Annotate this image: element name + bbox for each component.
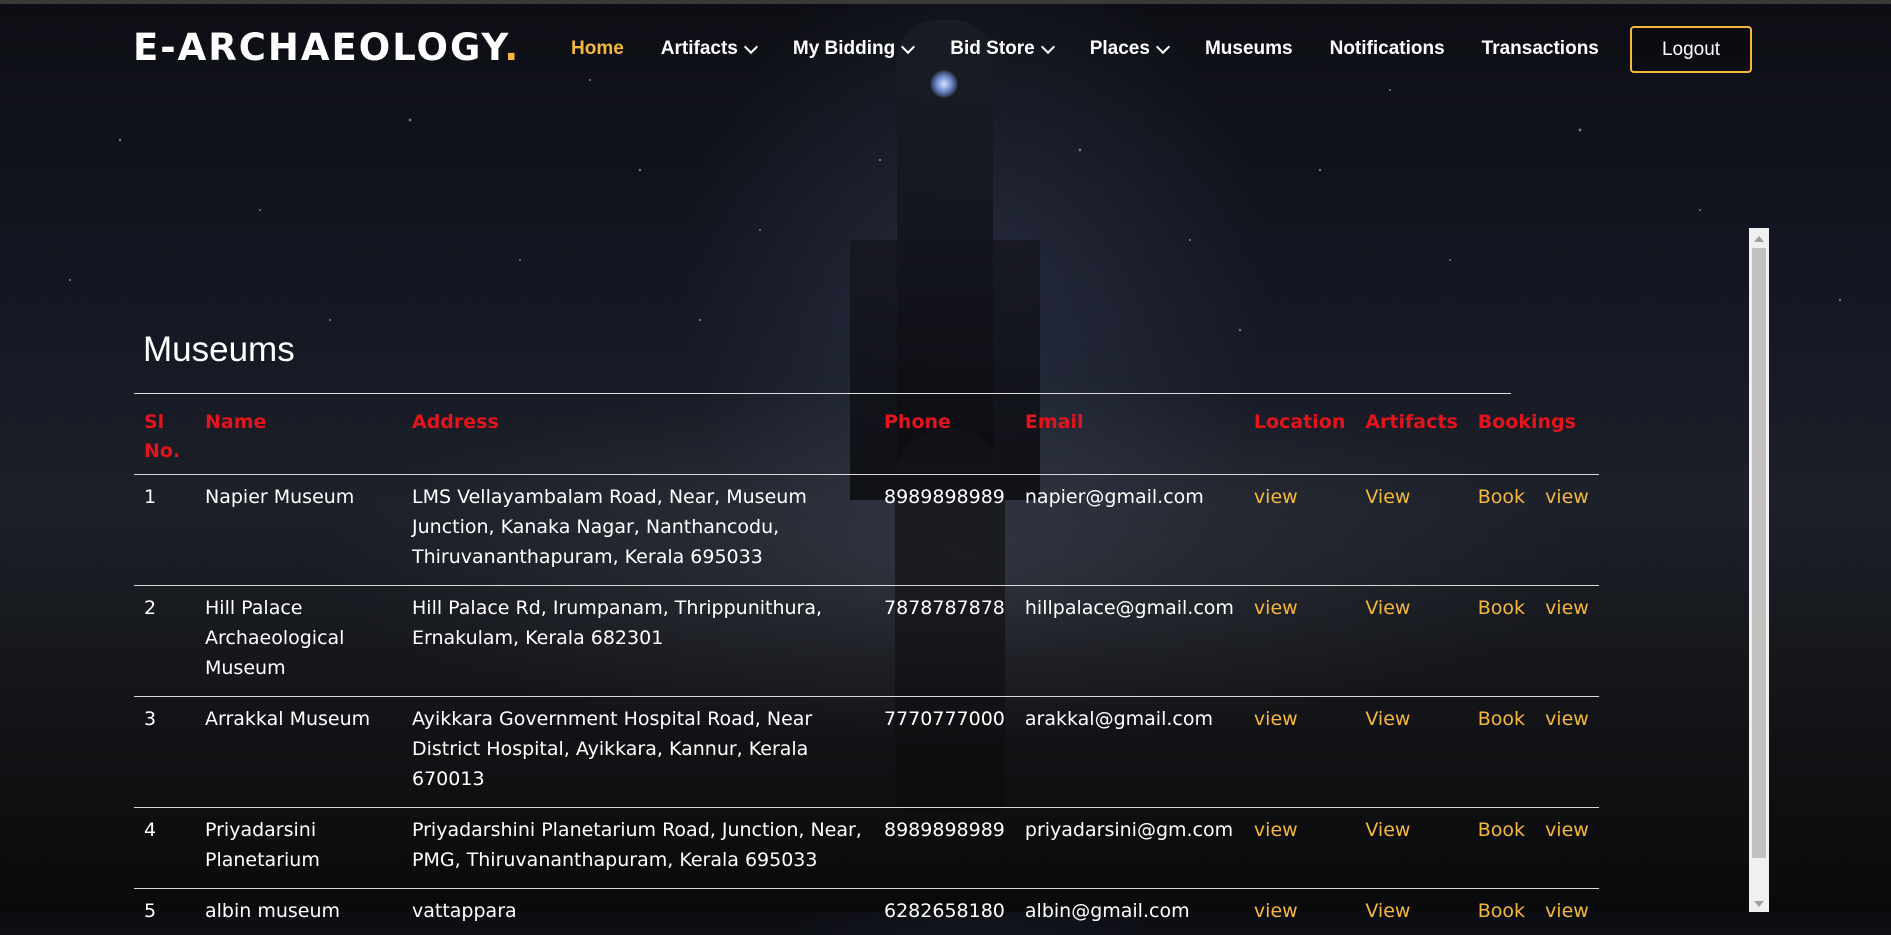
artifacts-view-link[interactable]: View bbox=[1365, 708, 1410, 730]
title-divider bbox=[134, 393, 1511, 394]
location-view-link[interactable]: view bbox=[1254, 597, 1298, 619]
scroll-down-icon[interactable] bbox=[1754, 901, 1764, 907]
cell-sl: 3 bbox=[134, 697, 195, 808]
table-row: 2 Hill Palace Archaeological Museum Hill… bbox=[134, 586, 1599, 697]
cell-address: LMS Vellayambalam Road, Near, Museum Jun… bbox=[402, 475, 874, 586]
chevron-down-icon bbox=[744, 39, 758, 53]
cell-phone: 8989898989 bbox=[874, 475, 1015, 586]
site-logo[interactable]: E-ARCHAEOLOGY. bbox=[133, 26, 520, 69]
cell-location: view bbox=[1244, 697, 1355, 808]
cell-artifacts: View bbox=[1355, 475, 1467, 586]
cell-artifacts: View bbox=[1355, 808, 1467, 889]
book-link[interactable]: Book bbox=[1478, 708, 1525, 730]
book-link[interactable]: Book bbox=[1478, 597, 1525, 619]
nav-bid-store[interactable]: Bid Store bbox=[950, 38, 1052, 60]
cell-location: view bbox=[1244, 586, 1355, 697]
artifacts-view-link[interactable]: View bbox=[1365, 597, 1410, 619]
nav-transactions-label: Transactions bbox=[1482, 38, 1599, 60]
cell-email: hillpalace@gmail.com bbox=[1015, 586, 1244, 697]
bookings-view-link[interactable]: view bbox=[1545, 486, 1589, 508]
cell-sl: 4 bbox=[134, 808, 195, 889]
nav-my-bidding[interactable]: My Bidding bbox=[793, 38, 913, 60]
nav-transactions[interactable]: Transactions bbox=[1482, 38, 1599, 60]
location-view-link[interactable]: view bbox=[1254, 708, 1298, 730]
cell-email: arakkal@gmail.com bbox=[1015, 697, 1244, 808]
col-header-location: Location bbox=[1244, 402, 1355, 475]
nav-places-label: Places bbox=[1090, 38, 1150, 60]
table-row: 3 Arrakkal Museum Ayikkara Government Ho… bbox=[134, 697, 1599, 808]
main-nav: Home Artifacts My Bidding Bid Store Plac… bbox=[571, 38, 1636, 60]
bookings-view-link[interactable]: view bbox=[1545, 819, 1589, 841]
cell-artifacts: View bbox=[1355, 697, 1467, 808]
cell-bookings: Book view bbox=[1468, 475, 1599, 586]
cell-email: priyadarsini@gm.com bbox=[1015, 808, 1244, 889]
location-view-link[interactable]: view bbox=[1254, 819, 1298, 841]
site-header: E-ARCHAEOLOGY. Home Artifacts My Bidding… bbox=[0, 0, 1891, 100]
cell-bookings: Book view bbox=[1468, 697, 1599, 808]
table-header-row: Sl No. Name Address Phone Email Location… bbox=[134, 402, 1599, 475]
chevron-down-icon bbox=[901, 39, 915, 53]
chevron-down-icon bbox=[1156, 39, 1170, 53]
col-header-sl: Sl No. bbox=[134, 402, 195, 475]
cell-address: Priyadarshini Planetarium Road, Junction… bbox=[402, 808, 874, 889]
nav-artifacts-label: Artifacts bbox=[661, 38, 738, 60]
col-header-address: Address bbox=[402, 402, 874, 475]
cell-location: view bbox=[1244, 808, 1355, 889]
artifacts-view-link[interactable]: View bbox=[1365, 819, 1410, 841]
scroll-up-icon[interactable] bbox=[1754, 236, 1764, 242]
chevron-down-icon bbox=[1041, 39, 1055, 53]
book-link[interactable]: Book bbox=[1478, 486, 1525, 508]
logo-dot: . bbox=[504, 26, 520, 69]
nav-home-label: Home bbox=[571, 38, 624, 60]
bookings-view-link[interactable]: view bbox=[1545, 708, 1589, 730]
col-header-artifacts: Artifacts bbox=[1355, 402, 1467, 475]
cell-name: Priyadarsini Planetarium bbox=[195, 808, 402, 889]
cell-sl: 2 bbox=[134, 586, 195, 697]
table-row: 4 Priyadarsini Planetarium Priyadarshini… bbox=[134, 808, 1599, 889]
artifacts-view-link[interactable]: View bbox=[1365, 900, 1410, 922]
col-header-name: Name bbox=[195, 402, 402, 475]
book-link[interactable]: Book bbox=[1478, 819, 1525, 841]
nav-museums[interactable]: Museums bbox=[1205, 38, 1293, 60]
nav-artifacts[interactable]: Artifacts bbox=[661, 38, 756, 60]
artifacts-view-link[interactable]: View bbox=[1365, 486, 1410, 508]
location-view-link[interactable]: view bbox=[1254, 900, 1298, 922]
scrollbar-thumb[interactable] bbox=[1752, 248, 1766, 858]
nav-notifications[interactable]: Notifications bbox=[1330, 38, 1445, 60]
cell-address: Ayikkara Government Hospital Road, Near … bbox=[402, 697, 874, 808]
page-title: Museums bbox=[143, 330, 295, 370]
cell-sl: 1 bbox=[134, 475, 195, 586]
cell-phone: 7770777000 bbox=[874, 697, 1015, 808]
col-header-phone: Phone bbox=[874, 402, 1015, 475]
nav-my-bidding-label: My Bidding bbox=[793, 38, 895, 60]
nav-museums-label: Museums bbox=[1205, 38, 1293, 60]
cell-artifacts: View bbox=[1355, 586, 1467, 697]
nav-bid-store-label: Bid Store bbox=[950, 38, 1034, 60]
bookings-view-link[interactable]: view bbox=[1545, 597, 1589, 619]
cell-bookings: Book view bbox=[1468, 586, 1599, 697]
cell-phone: 8989898989 bbox=[874, 808, 1015, 889]
cell-name: Hill Palace Archaeological Museum bbox=[195, 586, 402, 697]
cell-name: Arrakkal Museum bbox=[195, 697, 402, 808]
logout-button[interactable]: Logout bbox=[1630, 26, 1752, 73]
cell-address: Hill Palace Rd, Irumpanam, Thrippunithur… bbox=[402, 586, 874, 697]
museums-table: Sl No. Name Address Phone Email Location… bbox=[134, 402, 1599, 935]
location-view-link[interactable]: view bbox=[1254, 486, 1298, 508]
cell-name: Napier Museum bbox=[195, 475, 402, 586]
nav-places[interactable]: Places bbox=[1090, 38, 1168, 60]
nav-notifications-label: Notifications bbox=[1330, 38, 1445, 60]
col-header-email: Email bbox=[1015, 402, 1244, 475]
table-row: 1 Napier Museum LMS Vellayambalam Road, … bbox=[134, 475, 1599, 586]
book-link[interactable]: Book bbox=[1478, 900, 1525, 922]
nav-home[interactable]: Home bbox=[571, 38, 624, 60]
cell-location: view bbox=[1244, 475, 1355, 586]
cell-bookings: Book view bbox=[1468, 808, 1599, 889]
logo-text: E-ARCHAEOLOGY bbox=[133, 26, 504, 69]
cell-email: napier@gmail.com bbox=[1015, 475, 1244, 586]
bookings-view-link[interactable]: view bbox=[1545, 900, 1589, 922]
cell-phone: 7878787878 bbox=[874, 586, 1015, 697]
col-header-bookings: Bookings bbox=[1468, 402, 1599, 475]
